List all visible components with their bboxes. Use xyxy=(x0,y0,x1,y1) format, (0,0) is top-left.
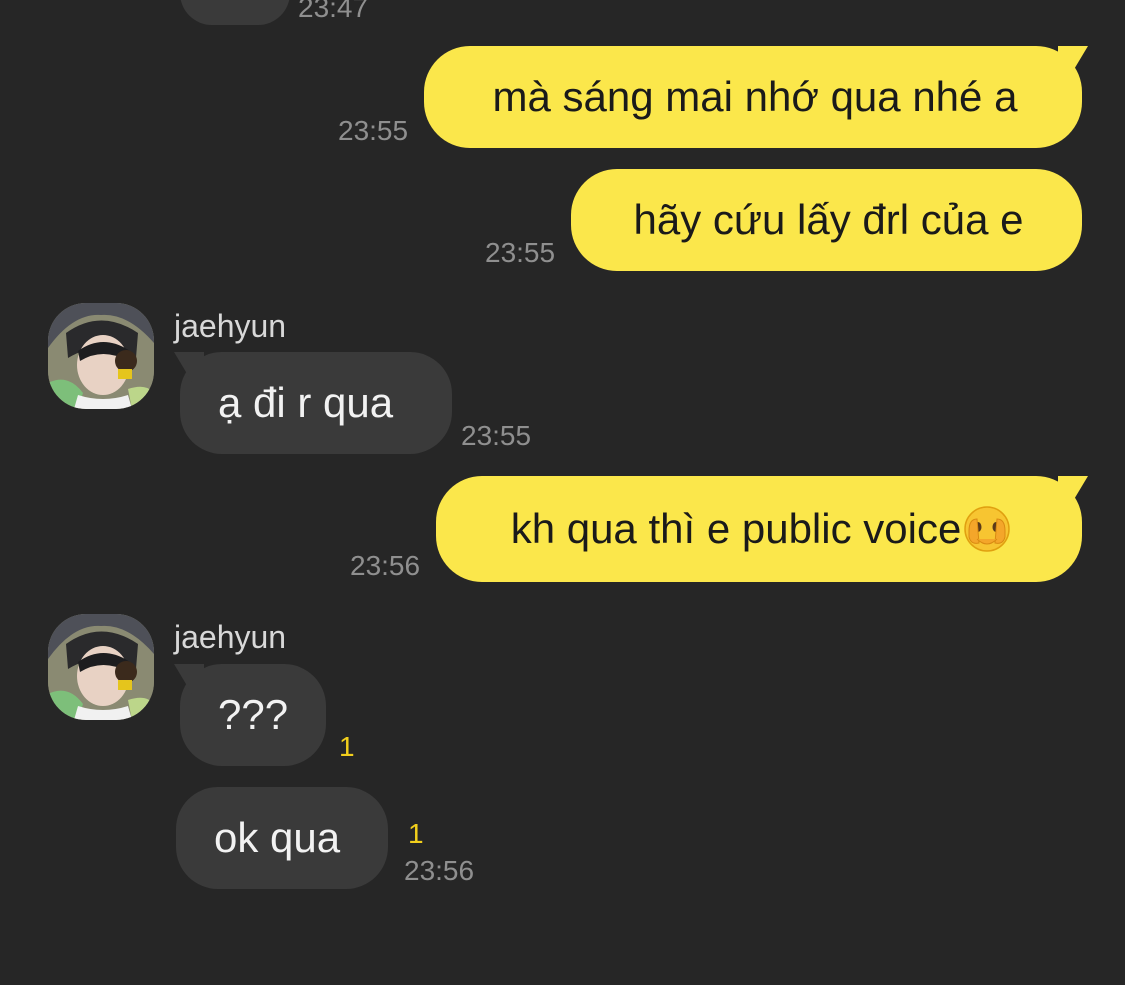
face-with-hand-over-mouth-icon xyxy=(964,506,1011,552)
bubble-tail xyxy=(1058,476,1088,506)
message-timestamp: 23:55 xyxy=(461,420,532,451)
avatar-photo xyxy=(48,303,154,409)
unread-count: 1 xyxy=(339,731,355,762)
message-text: hãy cứu lấy đrl của e xyxy=(633,196,1024,243)
contact-avatar[interactable] xyxy=(48,303,154,409)
sender-name: jaehyun xyxy=(174,308,287,344)
previous-message-bubble[interactable] xyxy=(180,0,290,25)
message-timestamp: 23:56 xyxy=(404,855,475,886)
sender-name: jaehyun xyxy=(174,619,287,655)
message-text: ạ đi r qua xyxy=(218,379,394,426)
message-text: ??? xyxy=(218,691,289,738)
message-timestamp: 23:55 xyxy=(338,115,409,146)
unread-count: 1 xyxy=(408,818,424,849)
avatar-photo xyxy=(48,614,154,720)
incoming-message-bubble[interactable]: ??? xyxy=(174,664,326,766)
message-text: kh qua thì e public voice xyxy=(510,505,962,552)
chat-message-list[interactable]: 23:47 23:55 mà sáng mai nhớ qua nhé a 23… xyxy=(0,0,1125,985)
outgoing-message-bubble[interactable]: hãy cứu lấy đrl của e xyxy=(571,169,1082,271)
message-timestamp: 23:55 xyxy=(485,237,556,268)
outgoing-message-bubble[interactable]: kh qua thì e public voice xyxy=(436,476,1088,582)
bubble-tail xyxy=(1058,46,1088,76)
bubble-tail xyxy=(174,352,204,382)
message-text: mà sáng mai nhớ qua nhé a xyxy=(492,73,1018,120)
outgoing-message-bubble[interactable]: mà sáng mai nhớ qua nhé a xyxy=(424,46,1088,148)
incoming-message-bubble[interactable]: ok qua xyxy=(176,787,388,889)
message-text: ok qua xyxy=(214,814,341,861)
incoming-message-bubble[interactable]: ạ đi r qua xyxy=(174,352,452,454)
message-timestamp: 23:47 xyxy=(298,0,369,23)
bubble-tail xyxy=(174,664,204,694)
message-timestamp: 23:56 xyxy=(350,550,421,581)
contact-avatar[interactable] xyxy=(48,614,154,720)
